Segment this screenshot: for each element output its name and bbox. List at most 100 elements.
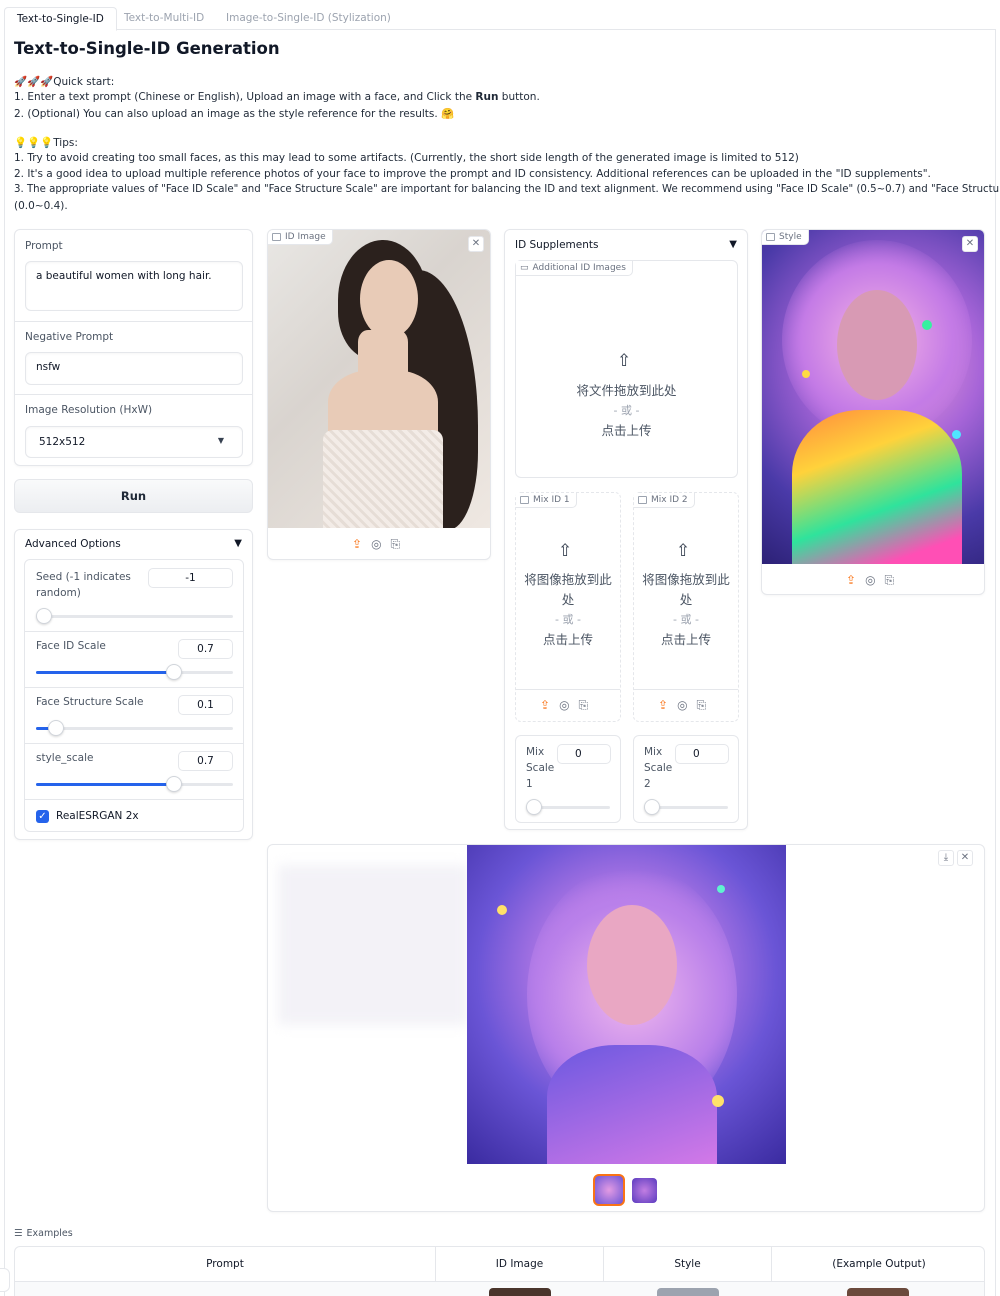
collapse-triangle-icon[interactable]: ▼ <box>234 538 242 549</box>
quick-start-heading: 🚀🚀🚀Quick start: <box>14 76 115 88</box>
face-structure-scale-slider[interactable] <box>36 720 233 736</box>
mix-scale-2-label-line: Scale <box>644 762 673 774</box>
mix-id-2-text: 将图像拖放到此 处 - 或 - 点击上传 <box>634 570 738 650</box>
seed-slider-thumb[interactable] <box>36 608 52 624</box>
close-icon[interactable]: ✕ <box>468 236 484 252</box>
upload-icon[interactable]: ⇪ <box>846 573 856 588</box>
face-structure-scale-slider-thumb[interactable] <box>47 720 64 736</box>
download-icon[interactable]: ⤓ <box>938 850 954 866</box>
mix-id-1-dropzone[interactable]: Mix ID 1 ⇧ 将图像拖放到此 处 - 或 - 点击上传 ⇪ ◎ ⎘ <box>515 492 621 722</box>
mix-scale-2-label-line: 2 <box>644 778 651 790</box>
advanced-options-title[interactable]: Advanced Options <box>25 538 121 550</box>
seed-label: Seed (-1 indicates random) <box>36 569 131 601</box>
style-scale-slider-thumb[interactable] <box>165 776 182 792</box>
upload-icon[interactable]: ⇪ <box>352 537 362 552</box>
mix-drop-line-1b: 处 <box>561 592 575 607</box>
face-id-scale-input[interactable]: 0.7 <box>178 639 233 659</box>
mix-scale-1-slider[interactable] <box>526 799 610 815</box>
divider <box>634 689 738 690</box>
tab-text-to-single-id[interactable]: Text-to-Single-ID <box>4 7 117 31</box>
side-handle[interactable] <box>0 1268 10 1292</box>
webcam-icon[interactable]: ◎ <box>559 698 569 713</box>
output-image[interactable] <box>467 845 786 1164</box>
divider <box>15 394 252 395</box>
chevron-down-icon: ▼ <box>217 436 224 445</box>
mix-scale-2-label: Mix Scale 2 <box>644 744 672 792</box>
style-source-icons: ⇪ ◎ ⎘ <box>846 573 894 588</box>
tip-3-continued: (0.0~0.4). <box>14 200 68 212</box>
mix-drop-line-2: 点击上传 <box>660 632 711 647</box>
esrgan-checkbox[interactable]: ✓ <box>36 810 49 823</box>
advanced-options-panel: Advanced Options ▼ Seed (-1 indicates ra… <box>14 529 253 840</box>
mix-scale-2-panel: Mix Scale 2 0 <box>633 735 739 823</box>
table-row[interactable] <box>15 1281 984 1296</box>
id-supplements-panel: ID Supplements ▼ ▭ Additional ID Images ⇧… <box>504 229 748 830</box>
mix-scale-2-slider[interactable] <box>644 799 728 815</box>
mix-drop-or: - 或 - <box>555 613 581 626</box>
clipboard-icon[interactable]: ⎘ <box>391 537 401 552</box>
mix-drop-line-1a: 将图像拖放到此 <box>642 572 730 587</box>
webcam-icon[interactable]: ◎ <box>371 537 381 552</box>
mix-id-1-label: Mix ID 1 <box>533 495 570 505</box>
face-shape <box>587 905 677 1025</box>
tab-image-to-single-id[interactable]: Image-to-Single-ID (Stylization) <box>214 7 403 31</box>
seed-input[interactable]: -1 <box>148 568 233 588</box>
mix-scale-2-slider-thumb[interactable] <box>644 799 660 815</box>
quick-start-line-2: 2. (Optional) You can also upload an ima… <box>14 108 455 120</box>
close-icon[interactable]: ✕ <box>957 850 973 866</box>
mix-scale-1-input[interactable]: 0 <box>557 744 611 764</box>
clipboard-icon[interactable]: ⎘ <box>697 698 707 713</box>
paint-dot <box>712 1095 724 1107</box>
additional-id-images-dropzone[interactable]: ▭ Additional ID Images ⇧ 将文件拖放到此处 - 或 - 点… <box>515 260 738 478</box>
image-icon <box>520 496 529 504</box>
additional-id-images-label: Additional ID Images <box>532 263 626 273</box>
mix-scale-1-slider-thumb[interactable] <box>526 799 542 815</box>
seed-label-line-2: random) <box>36 587 81 599</box>
id-supplements-title[interactable]: ID Supplements <box>515 239 598 251</box>
resolution-select[interactable]: 512x512 ▼ <box>25 426 243 458</box>
face-id-scale-slider-thumb[interactable] <box>165 664 182 680</box>
face-structure-scale-input[interactable]: 0.1 <box>178 695 233 715</box>
mix-id-2-source-icons: ⇪ ◎ ⎘ <box>658 698 706 713</box>
mix-id-2-badge: Mix ID 2 <box>634 493 695 508</box>
style-label: Style <box>779 232 802 242</box>
style-scale-slider[interactable] <box>36 776 233 792</box>
close-icon[interactable]: ✕ <box>962 236 978 252</box>
seed-slider[interactable] <box>36 608 233 624</box>
clipboard-icon[interactable]: ⎘ <box>885 573 895 588</box>
face-id-scale-slider[interactable] <box>36 664 233 680</box>
esrgan-label[interactable]: RealESRGAN 2x <box>56 810 139 822</box>
dress-shape <box>323 430 443 528</box>
mix-id-2-dropzone[interactable]: Mix ID 2 ⇧ 将图像拖放到此 处 - 或 - 点击上传 ⇪ ◎ ⎘ <box>633 492 739 722</box>
prompt-input[interactable]: a beautiful women with long hair. <box>25 261 243 311</box>
id-image-photo <box>268 230 490 528</box>
mix-scale-2-input[interactable]: 0 <box>675 744 729 764</box>
run-button[interactable]: Run <box>14 479 253 513</box>
tab-text-to-multi-id[interactable]: Text-to-Multi-ID <box>112 7 216 31</box>
column-header-id-image: ID Image <box>436 1247 604 1281</box>
webcam-icon[interactable]: ◎ <box>677 698 687 713</box>
negative-prompt-label: Negative Prompt <box>25 331 114 343</box>
face-id-scale-label: Face ID Scale <box>36 640 106 652</box>
webcam-icon[interactable]: ◎ <box>865 573 875 588</box>
style-scale-input[interactable]: 0.7 <box>178 751 233 771</box>
examples-label: Examples <box>26 1228 73 1239</box>
run-emphasis: Run <box>475 91 499 103</box>
negative-prompt-input[interactable]: nsfw <box>25 352 243 385</box>
clipboard-icon[interactable]: ⎘ <box>579 698 589 713</box>
example-style-thumbnail <box>657 1288 719 1296</box>
image-icon <box>272 233 281 241</box>
face-structure-scale-label: Face Structure Scale <box>36 696 144 708</box>
upload-icon[interactable]: ⇪ <box>540 698 550 713</box>
face-shape <box>360 260 418 338</box>
mix-id-2-label: Mix ID 2 <box>651 495 688 505</box>
divider <box>25 631 243 632</box>
id-image-label: ID Image <box>285 232 326 242</box>
upload-icon[interactable]: ⇪ <box>658 698 668 713</box>
tips-heading: 💡💡💡Tips: <box>14 137 78 149</box>
face-shape <box>837 290 917 400</box>
thumbnail-2[interactable] <box>632 1178 657 1203</box>
column-header-style: Style <box>604 1247 772 1281</box>
collapse-triangle-icon[interactable]: ▼ <box>729 239 737 250</box>
thumbnail-1[interactable] <box>593 1174 625 1206</box>
